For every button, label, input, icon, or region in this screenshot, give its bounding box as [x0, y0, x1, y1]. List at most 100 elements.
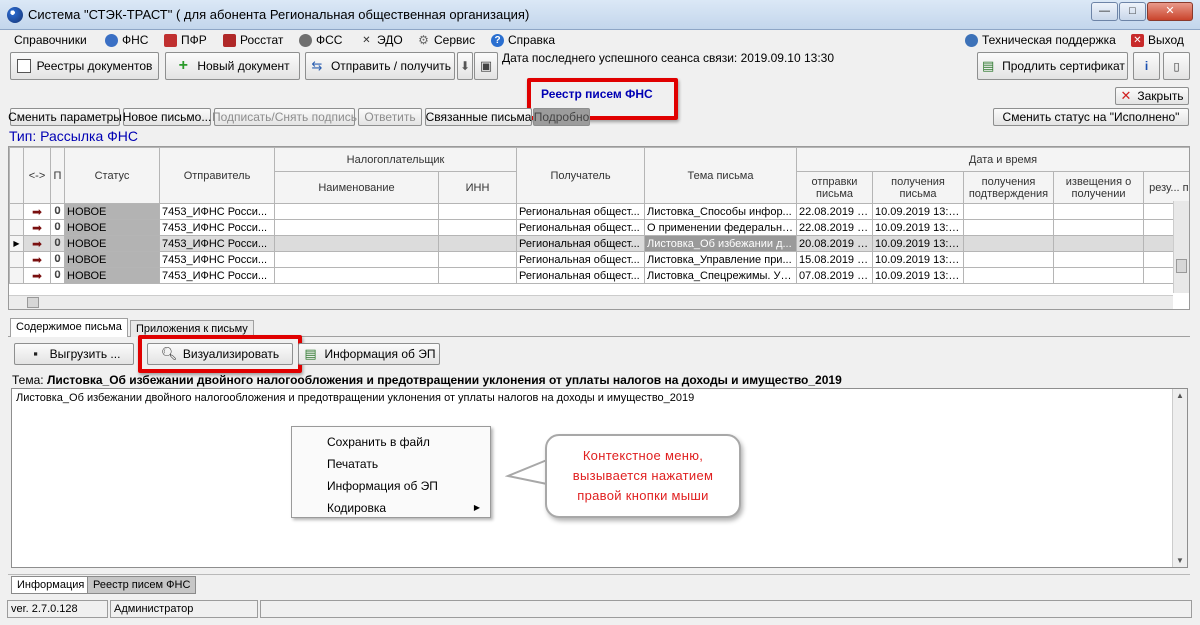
status-cell[interactable]: НОВОЕ	[64, 251, 160, 268]
name-cell[interactable]	[274, 219, 439, 236]
bottom-tab-registry[interactable]: Реестр писем ФНС	[87, 576, 197, 594]
menu-directories[interactable]: Справочники	[14, 32, 87, 48]
recipient-cell[interactable]: Региональная общест...	[516, 251, 645, 268]
attachment-icon[interactable]: 𝟎	[50, 267, 65, 284]
inn-header[interactable]: ИНН	[438, 171, 517, 204]
menu-fns[interactable]: ФНС	[105, 32, 148, 48]
status-cell[interactable]: НОВОЕ	[64, 267, 160, 284]
received-date-cell[interactable]: 10.09.2019 13:3...	[872, 235, 964, 252]
menu-tech-support[interactable]: Техническая поддержка	[965, 32, 1116, 48]
name-cell[interactable]	[274, 251, 439, 268]
linked-letters-button[interactable]: Связанные письма	[425, 108, 532, 126]
menu-edo[interactable]: ✕ ЭДО	[360, 32, 402, 48]
recipient-cell[interactable]: Региональная общест...	[516, 235, 645, 252]
sent-date-cell[interactable]: 22.08.2019 1...	[796, 219, 873, 236]
confirm-date-cell[interactable]	[963, 219, 1054, 236]
sender-cell[interactable]: 7453_ИФНС Росси...	[159, 251, 275, 268]
table-row[interactable]: ▶ ➡ 𝟎 НОВОЕ 7453_ИФНС Росси... Региональная о…	[9, 235, 1189, 252]
sent-header[interactable]: отправки письма	[796, 171, 873, 204]
extend-certificate-button[interactable]: ▤ Продлить сертификат	[977, 52, 1128, 80]
received-date-cell[interactable]: 10.09.2019 13:3...	[872, 251, 964, 268]
confirm-date-cell[interactable]	[963, 235, 1054, 252]
direction-arrow-icon[interactable]: ➡	[23, 219, 51, 236]
sign-button[interactable]: Подписать/Снять подпись	[212, 108, 357, 126]
subject-header[interactable]: Тема письма	[644, 147, 797, 204]
tab-attachments[interactable]: Приложения к письму	[130, 320, 254, 337]
menu-service[interactable]: ⚙ Сервис	[417, 32, 475, 48]
menu-pfr[interactable]: ПФР	[164, 32, 207, 48]
details-button[interactable]: Подробно	[533, 108, 590, 126]
set-status-done-button[interactable]: Сменить статус на "Исполнено"	[993, 108, 1189, 126]
inn-cell[interactable]	[438, 235, 517, 252]
subject-cell[interactable]: Листовка_Об избежании д...	[644, 235, 797, 252]
grid-vertical-scrollbar[interactable]	[1173, 201, 1189, 293]
notice-date-cell[interactable]	[1053, 219, 1144, 236]
status-header[interactable]: Статус	[64, 147, 160, 204]
received-date-cell[interactable]: 10.09.2019 13:3...	[872, 219, 964, 236]
inn-cell[interactable]	[438, 203, 517, 220]
result-header[interactable]: резу... пр...	[1142, 171, 1189, 204]
minimize-button[interactable]: —	[1091, 2, 1118, 21]
close-panel-button[interactable]: ✕ Закрыть	[1115, 87, 1189, 105]
grid-vscroll-thumb[interactable]	[1176, 259, 1187, 273]
status-cell[interactable]: НОВОЕ	[64, 203, 160, 220]
direction-arrow-icon[interactable]: ➡	[23, 235, 51, 252]
table-row[interactable]: ➡ 𝟎 НОВОЕ 7453_ИФНС Росси... Региональная об…	[9, 203, 1189, 220]
sent-date-cell[interactable]: 20.08.2019 1...	[796, 235, 873, 252]
received-header[interactable]: получения письма	[872, 171, 964, 204]
name-cell[interactable]	[274, 203, 439, 220]
attachment-icon[interactable]: 𝟎	[50, 251, 65, 268]
visualize-button[interactable]: 🔍︎ Визуализировать	[147, 343, 293, 365]
recipient-cell[interactable]: Региональная общест...	[516, 267, 645, 284]
table-row[interactable]: ➡ 𝟎 НОВОЕ 7453_ИФНС Росси... Региональная об…	[9, 219, 1189, 236]
subject-cell[interactable]: Листовка_Способы инфор...	[644, 203, 797, 220]
new-letter-button[interactable]: Новое письмо...	[123, 108, 211, 126]
bottom-tab-info[interactable]: Информация	[11, 576, 91, 594]
sent-date-cell[interactable]: 07.08.2019 1...	[796, 267, 873, 284]
menu-help[interactable]: ? Справка	[491, 32, 555, 48]
sender-cell[interactable]: 7453_ИФНС Росси...	[159, 235, 275, 252]
maximize-button[interactable]: □	[1119, 2, 1146, 21]
menu-fss[interactable]: ФСС	[299, 32, 342, 48]
inn-cell[interactable]	[438, 251, 517, 268]
status-cell[interactable]: НОВОЕ	[64, 219, 160, 236]
recipient-cell[interactable]: Региональная общест...	[516, 203, 645, 220]
notice-date-cell[interactable]	[1053, 235, 1144, 252]
ctx-encoding[interactable]: Кодировка ▶	[292, 497, 490, 519]
send-receive-button[interactable]: ⇆ Отправить / получить	[305, 52, 455, 80]
confirm-date-cell[interactable]	[963, 251, 1054, 268]
sent-date-cell[interactable]: 22.08.2019 1...	[796, 203, 873, 220]
notice-date-cell[interactable]	[1053, 267, 1144, 284]
notice-header[interactable]: извещения о получении	[1053, 171, 1144, 204]
scroll-up-icon[interactable]: ▲	[1176, 391, 1184, 400]
p-header[interactable]: П	[50, 147, 65, 204]
name-cell[interactable]	[274, 267, 439, 284]
archive-button[interactable]: ▣	[474, 52, 498, 80]
name-cell[interactable]	[274, 235, 439, 252]
sender-cell[interactable]: 7453_ИФНС Росси...	[159, 267, 275, 284]
direction-arrow-icon[interactable]: ➡	[23, 203, 51, 220]
registries-button[interactable]: Реестры документов	[10, 52, 159, 80]
ctx-print[interactable]: Печатать	[292, 453, 490, 475]
new-document-button[interactable]: + Новый документ	[165, 52, 300, 80]
pdf-button[interactable]: ▯	[1163, 52, 1190, 80]
arrows-header[interactable]: <->	[23, 147, 51, 204]
inn-cell[interactable]	[438, 267, 517, 284]
attachment-icon[interactable]: 𝟎	[50, 203, 65, 220]
reply-button[interactable]: Ответить	[358, 108, 422, 126]
menu-exit[interactable]: ✕ Выход	[1131, 32, 1184, 48]
notice-date-cell[interactable]	[1053, 251, 1144, 268]
received-date-cell[interactable]: 10.09.2019 13:3...	[872, 203, 964, 220]
recipient-header[interactable]: Получатель	[516, 147, 645, 204]
info-button[interactable]: i	[1133, 52, 1160, 80]
attachment-icon[interactable]: 𝟎	[50, 235, 65, 252]
body-vertical-scrollbar[interactable]: ▲ ▼	[1172, 389, 1187, 567]
signature-info-button[interactable]: ▤ Информация об ЭП	[298, 343, 440, 365]
sent-date-cell[interactable]: 15.08.2019 1...	[796, 251, 873, 268]
direction-arrow-icon[interactable]: ➡	[23, 267, 51, 284]
tab-letter-content[interactable]: Содержимое письма	[10, 318, 128, 337]
recipient-cell[interactable]: Региональная общест...	[516, 219, 645, 236]
menu-rosstat[interactable]: Росстат	[223, 32, 283, 48]
confirm-date-cell[interactable]	[963, 267, 1054, 284]
grid-horizontal-scrollbar[interactable]	[9, 295, 1173, 309]
